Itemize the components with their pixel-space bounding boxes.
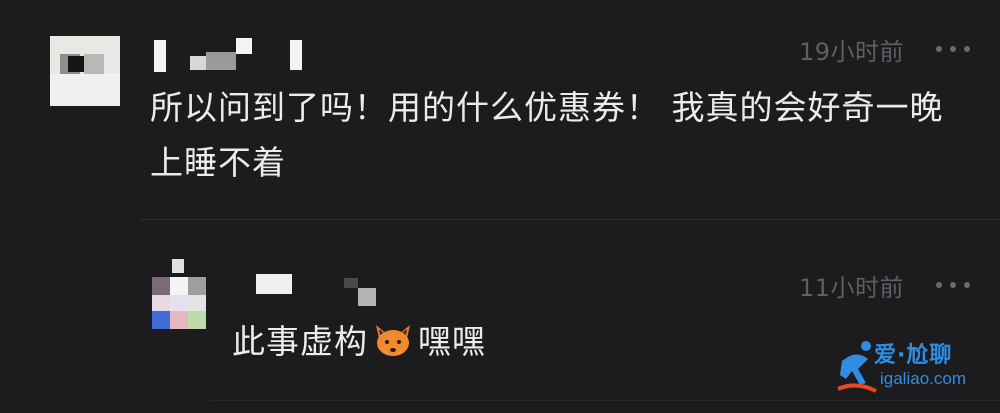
avatar-pixel — [170, 277, 188, 295]
comment-meta: 19小时前 — [798, 34, 970, 66]
name-pixel — [290, 40, 302, 70]
name-pixel — [206, 52, 236, 70]
avatar-pixel — [188, 311, 206, 329]
avatar-pixel — [152, 311, 170, 329]
comment-text-part: 此事虚构 — [232, 322, 368, 361]
comment-text: 所以问到了吗！用的什么优惠券！ 我真的会好奇一晚上睡不着 — [150, 88, 944, 182]
more-options-icon[interactable] — [936, 282, 970, 288]
avatar-pixel — [152, 277, 170, 295]
name-pixel — [256, 274, 292, 294]
watermark-title: 爱·尬聊 — [874, 343, 953, 368]
fox-face-icon — [376, 324, 410, 356]
avatar-pixel — [188, 277, 206, 295]
name-pixel — [344, 278, 358, 288]
watermark-logo: 爱·尬聊 igaliao.com — [836, 335, 986, 397]
divider — [140, 219, 1000, 220]
avatar-pixel — [68, 56, 84, 72]
divider — [210, 400, 1000, 401]
timestamp: 19小时前 — [798, 37, 904, 66]
name-pixel — [154, 40, 166, 72]
name-pixel — [190, 56, 206, 70]
avatar[interactable] — [152, 259, 208, 329]
username-blurred[interactable] — [150, 36, 310, 76]
avatar-pixel — [50, 74, 120, 106]
username-blurred[interactable] — [240, 268, 390, 308]
comment-meta: 11小时前 — [798, 270, 970, 302]
avatar-pixel — [84, 54, 104, 74]
watermark-url: igaliao.com — [880, 369, 966, 388]
name-pixel — [236, 38, 252, 54]
avatar[interactable] — [50, 36, 120, 106]
more-options-icon[interactable] — [936, 46, 970, 52]
name-pixel — [358, 288, 376, 306]
timestamp: 11小时前 — [798, 273, 904, 302]
avatar-pixel — [172, 259, 184, 273]
comment-text-part: 嘿嘿 — [418, 322, 486, 361]
avatar-pixel — [170, 311, 188, 329]
comment-text: 此事虚构 嘿嘿 — [232, 314, 486, 369]
